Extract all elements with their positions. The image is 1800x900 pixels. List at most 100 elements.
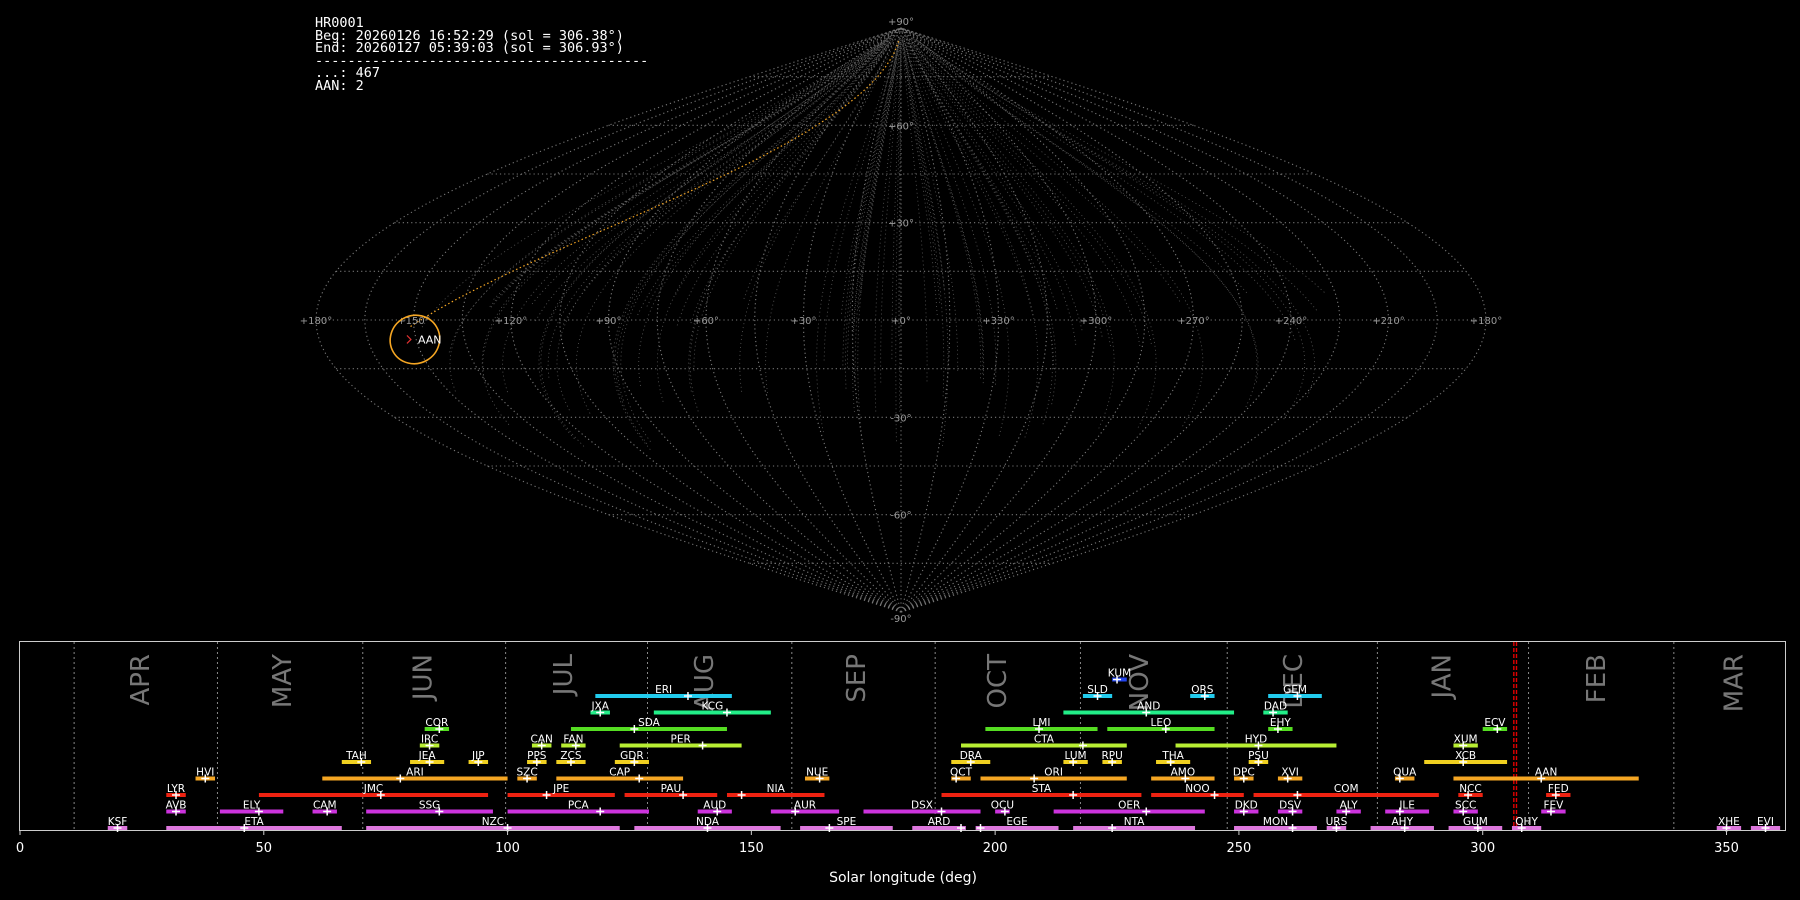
shower-label: AUD (703, 800, 726, 812)
meteor-track (915, 39, 1306, 420)
longitude-label: +0° (891, 316, 911, 327)
shower-label: ELY (243, 800, 261, 812)
latitude-label: -30° (890, 413, 911, 424)
shower-label: PPS (527, 750, 547, 762)
meteor-track (449, 40, 883, 392)
x-tick-label: 100 (495, 841, 520, 856)
meteor-track (909, 38, 1181, 302)
shower-label: LYR (167, 783, 185, 795)
shower-label: CAM (313, 800, 337, 812)
shower-label: DRA (960, 750, 983, 762)
meteor-track (854, 37, 900, 379)
info-line: AAN: 2 (315, 77, 364, 94)
month-label: MAR (1719, 654, 1749, 712)
shower-label: NOO (1185, 783, 1209, 795)
shower-label: DAD (1264, 701, 1287, 713)
shower-label: XCB (1455, 750, 1476, 762)
shower-label: ZCS (560, 750, 582, 762)
meteor-track (688, 40, 893, 392)
longitude-label: +270° (1177, 316, 1209, 327)
shower-peak-marker (1210, 791, 1219, 799)
shower-label: ERI (655, 684, 672, 696)
shower-label: LUM (1065, 750, 1087, 762)
shower-peak-marker (542, 791, 551, 799)
shower-label: SDA (638, 717, 661, 729)
month-label: JUN (409, 654, 439, 702)
shower-label: PCA (568, 800, 590, 812)
longitude-label: +210° (1372, 316, 1404, 327)
longitude-label: +180° (300, 316, 332, 327)
shower-label: GUM (1463, 816, 1488, 828)
meteor-track (902, 37, 949, 446)
longitude-labels: +180° +150° +120° +90° +60° +30° +0° +330° +300°… (300, 316, 1502, 327)
meteor-track (905, 38, 1039, 438)
longitude-label: +90° (595, 316, 621, 327)
x-tick-label: 50 (256, 841, 273, 856)
meteor-track (556, 39, 888, 411)
meteor-track (908, 42, 1077, 345)
meteor-tracks (410, 34, 1325, 450)
meteor-track (909, 36, 1204, 427)
shower-label: OCU (991, 800, 1014, 812)
meteor-track (911, 36, 1258, 408)
radiant-label: AAN (418, 333, 442, 346)
shower-label: STA (1032, 783, 1052, 795)
shower-label: HYD (1245, 734, 1267, 746)
shower-label: ORI (1044, 767, 1063, 779)
x-axis-ticks: 0 50 100 150 200 250 300 350 (16, 830, 1739, 856)
x-tick-label: 0 (16, 841, 24, 856)
shower-label: FEV (1543, 800, 1564, 812)
x-tick-label: 350 (1714, 841, 1739, 856)
shower-timeline-chart: APR MAY JUN JUL AUG SEP OCT NOV DEC JAN FEB MAR KSF… (16, 641, 1786, 886)
shower-label: HVI (196, 767, 214, 779)
meteor-track (905, 43, 997, 385)
shower-label: KSF (108, 816, 128, 828)
shower-peak-marker (635, 774, 644, 783)
meteor-track (902, 42, 938, 316)
shower-label: THA (1161, 750, 1184, 762)
meteor-track (906, 42, 1034, 316)
longitude-label: +240° (1275, 316, 1307, 327)
shower-label: CAP (609, 767, 630, 779)
latitude-label: -60° (890, 511, 911, 522)
shower-label: TAH (345, 750, 367, 762)
meteor-track (482, 41, 883, 383)
shower-label: RPU (1101, 750, 1122, 762)
shower-label: JIP (471, 750, 485, 762)
latitude-label: +30° (888, 219, 914, 230)
shower-label: LMI (1032, 717, 1050, 729)
shower-peak-marker (1142, 807, 1151, 816)
shower-label: JEA (418, 750, 437, 762)
shower-label: FED (1548, 783, 1569, 795)
shower-label: AHY (1392, 816, 1414, 828)
meteor-track (903, 37, 982, 379)
shower-peak-marker (1069, 791, 1078, 799)
longitude-label: +60° (693, 316, 719, 327)
shower-label: LEO (1151, 717, 1172, 729)
longitude-label: +180° (1470, 316, 1502, 327)
shower-label: ARD (928, 816, 951, 828)
shower-label: COM (1334, 783, 1359, 795)
meteor-track (857, 36, 901, 436)
shower-peak-marker (698, 741, 707, 750)
shower-peak-marker (737, 791, 746, 799)
shower-label: DKD (1235, 800, 1258, 812)
shower-label: EHY (1270, 717, 1292, 729)
shower-peak-marker (596, 807, 605, 816)
longitude-label: +120° (495, 316, 527, 327)
shower-label: ARI (406, 767, 424, 779)
month-label: MAY (268, 654, 298, 708)
shower-label: EVI (1757, 816, 1774, 828)
shower-label: SZC (516, 767, 537, 779)
shower-label: PER (671, 734, 691, 746)
shower-label: ALY (1340, 800, 1359, 812)
shower-label: AAN (1535, 767, 1558, 779)
shower-label: IRC (421, 734, 438, 746)
shower-label: CAN (531, 734, 553, 746)
meteor-track (614, 34, 895, 444)
meteor-track (575, 43, 885, 414)
shower-label: MON (1263, 816, 1288, 828)
longitude-label: +30° (790, 316, 816, 327)
shower-label: COR (425, 717, 448, 729)
meteor-track (637, 42, 890, 316)
